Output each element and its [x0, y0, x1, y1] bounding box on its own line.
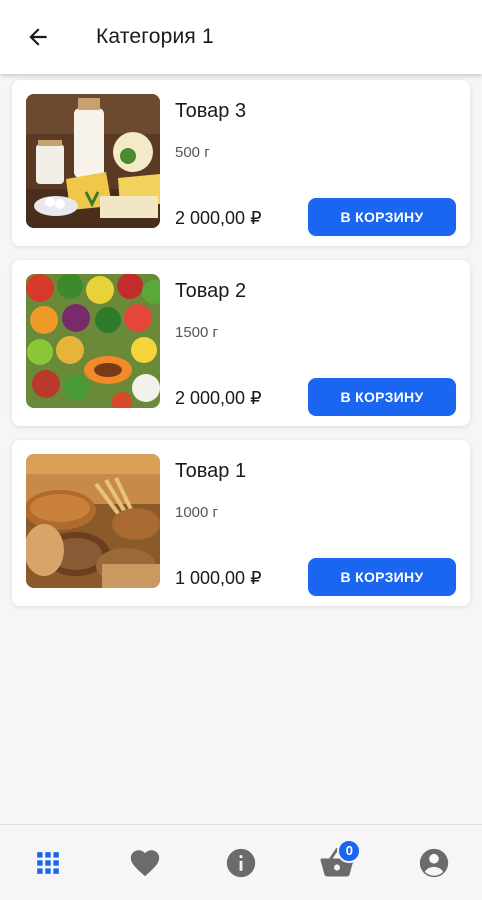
nav-profile[interactable]: [404, 833, 464, 893]
product-name: Товар 2: [175, 280, 247, 302]
product-price: 2 000,00 ₽: [175, 388, 262, 408]
product-weight: 1500 г: [175, 324, 219, 341]
product-weight: 1000 г: [175, 504, 219, 521]
product-name: Товар 3: [175, 100, 247, 122]
product-price: 1 000,00 ₽: [175, 568, 262, 588]
grid-icon: [37, 851, 60, 874]
add-to-cart-button[interactable]: В КОРЗИНУ: [308, 198, 456, 236]
app-bar: Категория 1: [0, 0, 482, 74]
cart-count-badge: 0: [337, 838, 362, 863]
product-price: 2 000,00 ₽: [175, 208, 262, 228]
page-title: Категория 1: [96, 25, 214, 48]
bread-image: [26, 454, 160, 588]
nav-info[interactable]: [211, 833, 271, 893]
add-to-cart-button[interactable]: В КОРЗИНУ: [308, 378, 456, 416]
arrow-left-icon: [29, 28, 47, 46]
back-button[interactable]: [18, 17, 58, 57]
product-card[interactable]: Товар 3 500 г 2 000,00 ₽ В КОРЗИНУ: [12, 80, 470, 246]
nav-cart[interactable]: 0: [307, 833, 367, 893]
product-weight: 500 г: [175, 144, 210, 161]
product-card[interactable]: Товар 1 1000 г 1 000,00 ₽ В КОРЗИНУ: [12, 440, 470, 606]
account-icon: [419, 848, 448, 877]
product-name: Товар 1: [175, 460, 247, 482]
nav-favorites[interactable]: [115, 833, 175, 893]
nav-catalog[interactable]: [18, 833, 78, 893]
add-to-cart-button[interactable]: В КОРЗИНУ: [308, 558, 456, 596]
info-icon: [226, 848, 256, 877]
bottom-navigation: 0: [0, 824, 482, 900]
product-card[interactable]: Товар 2 1500 г 2 000,00 ₽ В КОРЗИНУ: [12, 260, 470, 426]
dairy-image: [26, 94, 160, 228]
vegetables-image: [26, 274, 160, 408]
heart-icon: [130, 849, 159, 876]
